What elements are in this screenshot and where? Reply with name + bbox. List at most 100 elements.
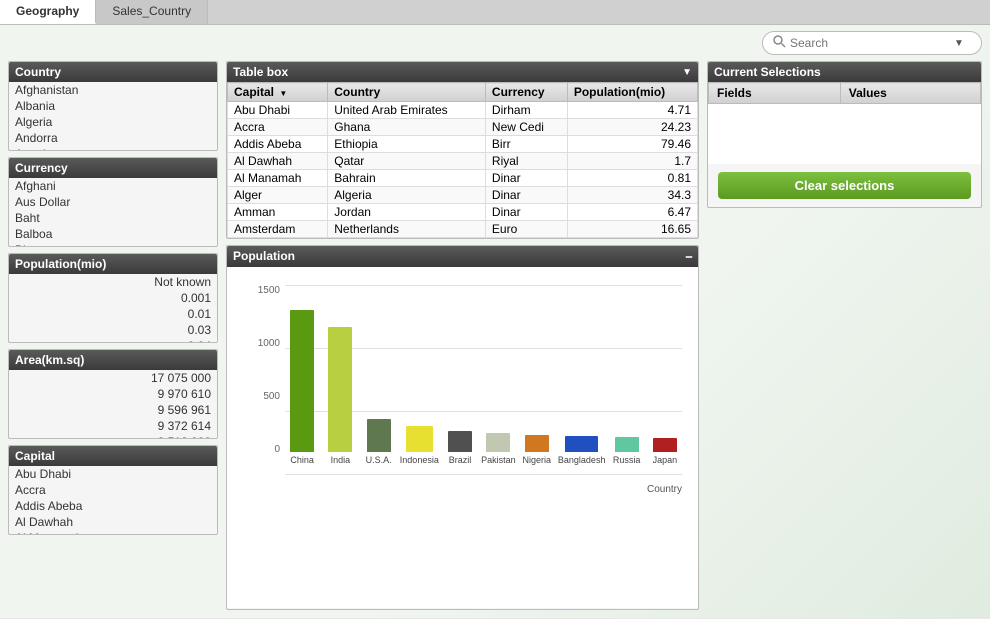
values-col-header: Values [840,83,980,104]
bar [290,310,314,452]
area-list[interactable]: 17 075 000 9 970 610 9 596 961 9 372 614… [9,370,217,438]
population-filter-header: Population(mio) [9,254,217,274]
list-item[interactable]: 0.03 [9,322,217,338]
current-selections-box: Current Selections Fields Values Clear s… [707,61,982,208]
tab-geography[interactable]: Geography [0,0,96,24]
list-item[interactable]: 9 372 614 [9,418,217,434]
col-header-population[interactable]: Population(mio) [567,83,697,102]
bar-group[interactable]: Bangladesh [558,285,606,465]
bar [653,438,677,452]
x-axis-label: Country [647,484,682,495]
col-header-currency[interactable]: Currency [485,83,567,102]
tab-bar: Geography Sales_Country [0,0,990,25]
country-list[interactable]: Afghanistan Albania Algeria Andorra Ango… [9,82,217,150]
bar [615,437,639,452]
bar [367,419,391,452]
table-row[interactable]: AmmanJordanDinar6.47 [228,204,698,221]
bar [525,435,549,452]
area-filter-header: Area(km.sq) [9,350,217,370]
bar-group[interactable]: Indonesia [400,285,439,465]
bar-label: U.S.A. [366,455,392,465]
right-panel: Current Selections Fields Values Clear s… [707,61,982,610]
tab-sales-country[interactable]: Sales_Country [96,0,208,24]
list-item[interactable]: Afghani [9,178,217,194]
capital-filter-header: Capital [9,446,217,466]
chart-title: Population [233,249,295,264]
gridline [285,474,682,475]
search-dropdown-icon[interactable]: ▼ [954,38,964,49]
list-item[interactable]: Aus Dollar [9,194,217,210]
selections-body [709,104,981,164]
table-row[interactable]: AmsterdamNetherlandsEuro16.65 [228,221,698,238]
table-close-icon[interactable]: ▼ [682,67,692,78]
list-item[interactable]: Addis Abeba [9,498,217,514]
population-list[interactable]: Not known 0.001 0.01 0.03 0.04 0.05 [9,274,217,342]
country-filter-header: Country [9,62,217,82]
list-item[interactable]: Abu Dhabi [9,466,217,482]
table-row[interactable]: Al ManamahBahrainDinar0.81 [228,170,698,187]
currency-list[interactable]: Afghani Aus Dollar Baht Balboa Birr Boli… [9,178,217,246]
bar-group[interactable]: U.S.A. [362,285,396,465]
col-header-capital[interactable]: Capital ▼ [228,83,328,102]
population-filter: Population(mio) Not known 0.001 0.01 0.0… [8,253,218,343]
population-chart-box: Population ⎯ 1500 1000 500 0 [226,245,699,610]
list-item[interactable]: Balboa [9,226,217,242]
content-area: Country Afghanistan Albania Algeria Ando… [0,61,990,618]
chart-inner: 1500 1000 500 0 China India U.S.A. Indonesi… [227,267,698,608]
list-item[interactable]: 0.04 [9,338,217,342]
list-item[interactable]: Albania [9,98,217,114]
top-bar: ▼ [0,25,990,61]
bar-group[interactable]: India [323,285,357,465]
search-input[interactable] [790,36,950,50]
list-item[interactable]: Angola [9,146,217,150]
bar-label: Indonesia [400,455,439,465]
search-icon [773,35,786,51]
list-item[interactable]: Birr [9,242,217,246]
list-item[interactable]: Not known [9,274,217,290]
bar-label: Nigeria [523,455,552,465]
list-item[interactable]: Algeria [9,114,217,130]
list-item[interactable]: 9 970 610 [9,386,217,402]
bar-label: India [331,455,351,465]
bar-label: Pakistan [481,455,516,465]
table-row[interactable]: AccraGhanaNew Cedi24.23 [228,119,698,136]
chart-header: Population ⎯ [227,246,698,267]
list-item[interactable]: Baht [9,210,217,226]
col-header-country[interactable]: Country [328,83,486,102]
bar-group[interactable]: Japan [648,285,682,465]
table-row[interactable]: Al DawhahQatarRiyal1.7 [228,153,698,170]
search-box[interactable]: ▼ [762,31,982,55]
list-item[interactable]: Accra [9,482,217,498]
bar-group[interactable]: China [285,285,319,465]
bar-group[interactable]: Brazil [443,285,477,465]
bar-label: China [290,455,314,465]
table-row[interactable]: AlgerAlgeriaDinar34.3 [228,187,698,204]
list-item[interactable]: 17 075 000 [9,370,217,386]
bar [486,433,510,452]
bar-group[interactable]: Nigeria [520,285,554,465]
clear-selections-button[interactable]: Clear selections [718,172,971,199]
list-item[interactable]: 0.01 [9,306,217,322]
list-item[interactable]: 9 596 961 [9,402,217,418]
area-filter: Area(km.sq) 17 075 000 9 970 610 9 596 9… [8,349,218,439]
table-scroll[interactable]: Capital ▼ Country Currency Population(mi… [227,82,698,238]
list-item[interactable]: Afghanistan [9,82,217,98]
list-item[interactable]: 0.001 [9,290,217,306]
list-item[interactable]: Al Manamah [9,530,217,534]
bar-group[interactable]: Russia [609,285,643,465]
current-selections-header: Current Selections [708,62,981,82]
middle-panel: Table box ▼ Capital ▼ Country Currency P… [226,61,699,610]
list-item[interactable]: Al Dawhah [9,514,217,530]
capital-list[interactable]: Abu Dhabi Accra Addis Abeba Al Dawhah Al… [9,466,217,534]
table-row[interactable]: Addis AbebaEthiopiaBirr79.46 [228,136,698,153]
bar [448,431,472,452]
sort-icon: ▼ [279,89,287,98]
chart-minimize-icon[interactable]: ⎯ [686,249,692,264]
list-item[interactable]: 8 512 000 [9,434,217,438]
y-axis: 1500 1000 500 0 [235,275,285,465]
list-item[interactable]: Andorra [9,130,217,146]
bar-group[interactable]: Pakistan [481,285,516,465]
fields-col-header: Fields [709,83,841,104]
capital-filter: Capital Abu Dhabi Accra Addis Abeba Al D… [8,445,218,535]
table-row[interactable]: Abu DhabiUnited Arab EmiratesDirham4.71 [228,102,698,119]
